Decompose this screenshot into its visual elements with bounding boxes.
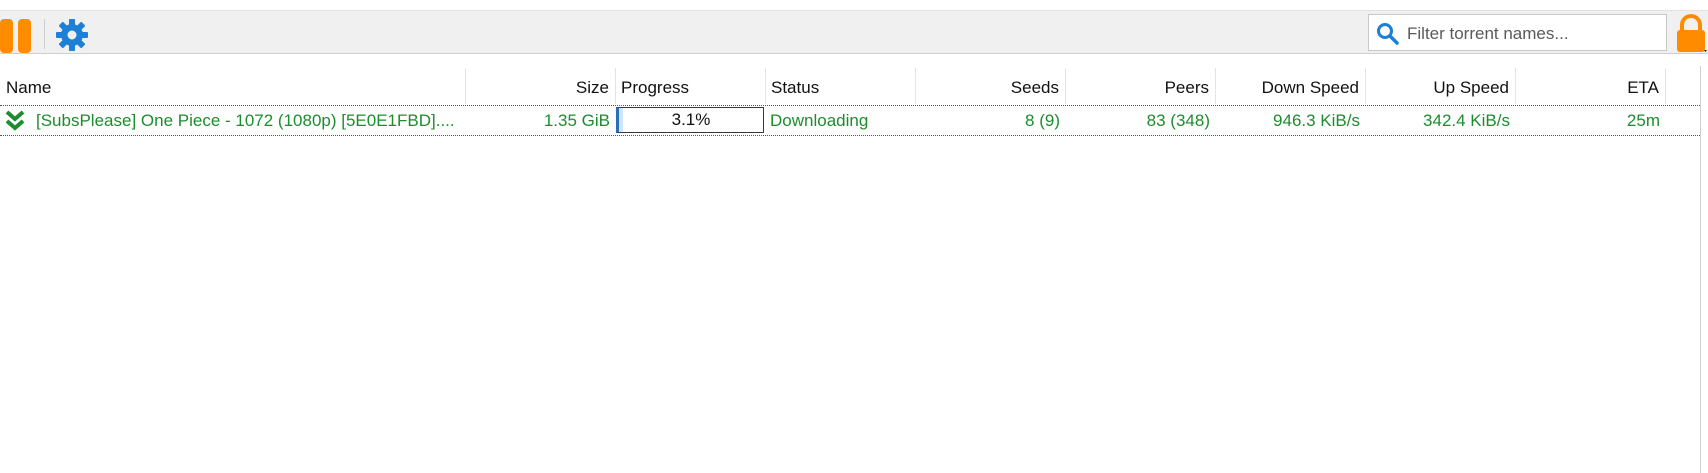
torrent-size: 1.35 GiB	[543, 111, 610, 130]
column-header-size[interactable]: Size	[465, 66, 615, 104]
column-header-down-speed[interactable]: Down Speed	[1215, 66, 1365, 104]
column-header-progress[interactable]: Progress	[615, 66, 765, 104]
search-icon	[1377, 23, 1399, 45]
download-chevron-icon	[5, 110, 25, 131]
column-header-peers[interactable]: Peers	[1065, 66, 1215, 104]
column-header-up-speed[interactable]: Up Speed	[1365, 66, 1515, 104]
gear-icon	[56, 19, 88, 51]
table-header: Name Size Progress Status Seeds Peers Do…	[0, 66, 1700, 104]
lock-button[interactable]	[1674, 14, 1708, 54]
settings-button[interactable]	[54, 17, 90, 53]
torrent-up-speed: 342.4 KiB/s	[1423, 111, 1510, 130]
torrent-table: Name Size Progress Status Seeds Peers Do…	[0, 66, 1708, 473]
lock-icon	[1677, 14, 1707, 52]
vertical-scrollbar-track[interactable]	[1700, 66, 1701, 473]
column-header-name[interactable]: Name	[0, 66, 465, 104]
search-input[interactable]	[1405, 19, 1664, 48]
toolbar	[0, 10, 1708, 54]
progress-text: 3.1%	[671, 110, 711, 129]
toolbar-separator	[44, 19, 45, 49]
torrent-name: [SubsPlease] One Piece - 1072 (1080p) [5…	[36, 111, 455, 130]
torrent-peers: 83 (348)	[1146, 111, 1210, 130]
torrent-seeds: 8 (9)	[1025, 111, 1060, 130]
column-header-eta[interactable]: ETA	[1515, 66, 1665, 104]
progress-bar: 3.1%	[616, 107, 764, 133]
torrent-eta: 25m	[1626, 111, 1660, 130]
torrent-status: Downloading	[770, 111, 869, 130]
table-row[interactable]: [SubsPlease] One Piece - 1072 (1080p) [5…	[0, 105, 1700, 136]
torrent-down-speed: 946.3 KiB/s	[1273, 111, 1360, 130]
search-box	[1368, 14, 1667, 51]
column-header-status[interactable]: Status	[765, 66, 915, 104]
pause-button[interactable]	[0, 19, 34, 53]
column-header-seeds[interactable]: Seeds	[915, 66, 1065, 104]
